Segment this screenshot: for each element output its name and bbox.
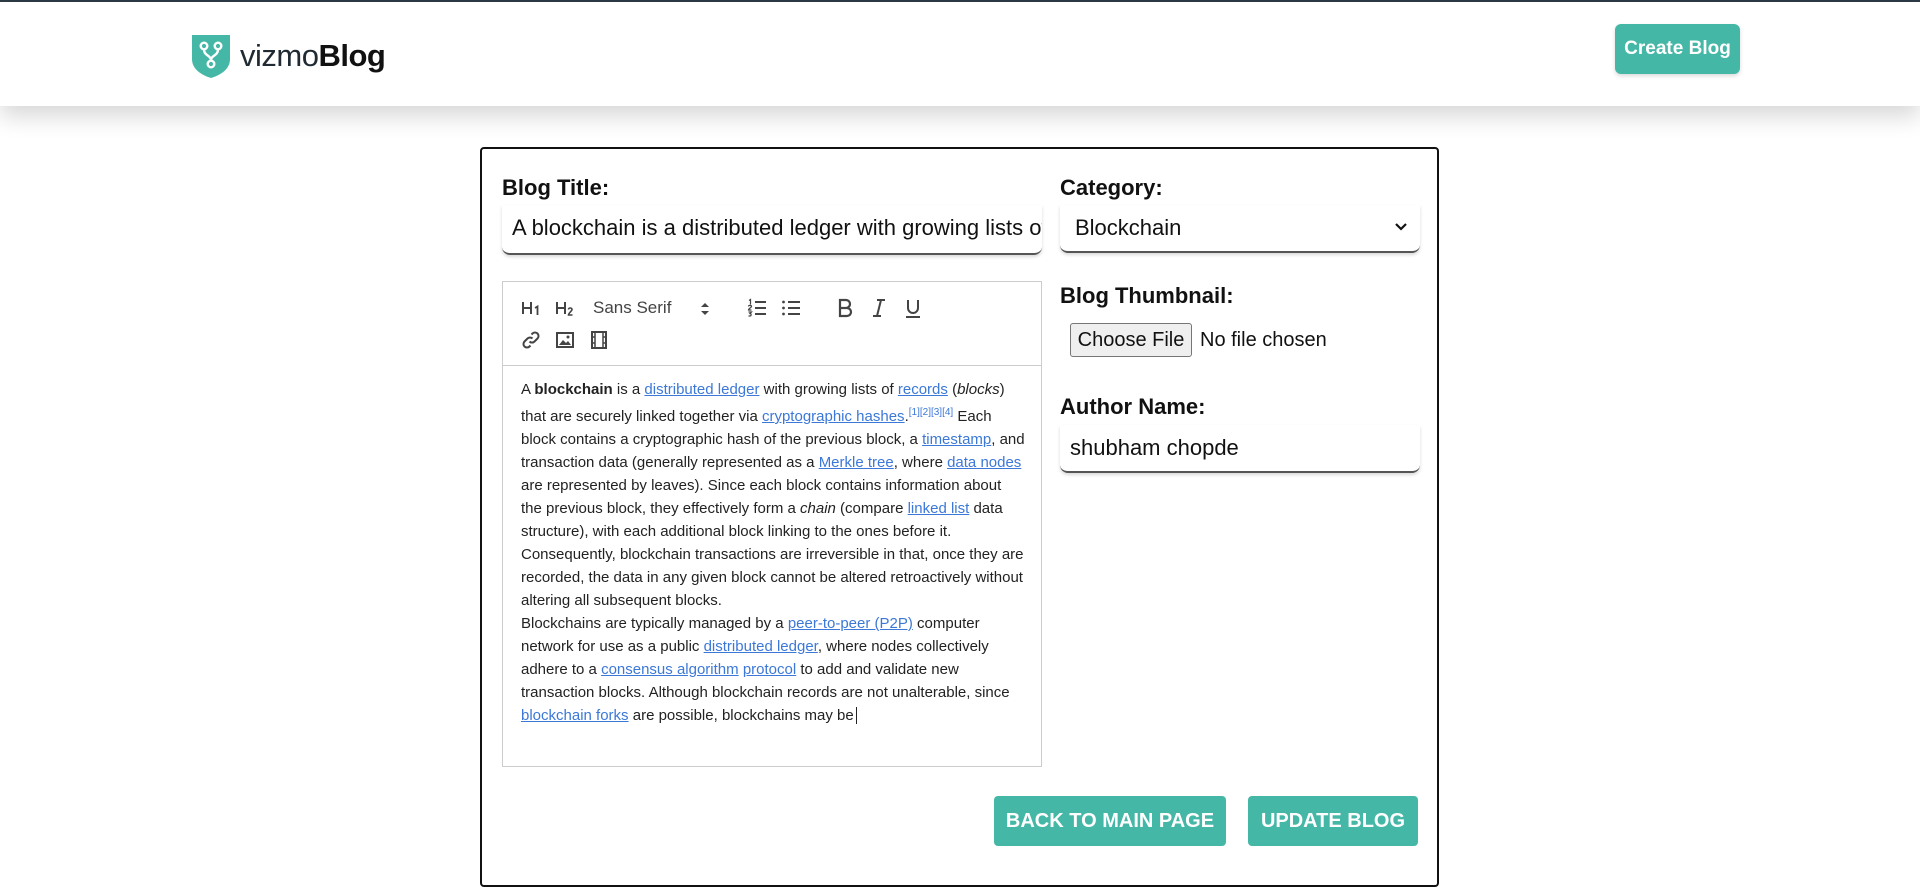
link-distributed-ledger[interactable]: distributed ledger (644, 381, 759, 398)
edit-blog-form: Blog Title: A blockchain is a distribute… (480, 147, 1439, 887)
category-value: Blockchain (1075, 215, 1182, 240)
text-cursor: ​ (855, 707, 857, 724)
author-name-label: Author Name: (1060, 394, 1206, 419)
link-timestamp[interactable]: timestamp (922, 431, 991, 448)
brand-name: vizmoBlog (240, 33, 386, 79)
brand-name-part2: Blog (318, 38, 386, 73)
editor-toolbar: Sans Serif (503, 282, 1041, 366)
link-consensus-algorithm[interactable]: consensus algorithm (601, 661, 739, 678)
category-label: Category: (1060, 175, 1163, 200)
text-segment: ( (947, 381, 958, 398)
link-data-nodes[interactable]: data nodes (947, 454, 1021, 471)
link-peer-to-peer[interactable]: peer-to-peer (P2P) (788, 615, 913, 632)
editor-paragraph-1: A blockchain is a distributed ledger wit… (521, 378, 1026, 612)
image-icon[interactable] (551, 326, 579, 354)
brand-logo[interactable]: vizmoBlog (190, 33, 386, 79)
link-linked-list[interactable]: linked list (908, 500, 970, 517)
citation-superscript[interactable]: [1][2][3][4] (909, 407, 953, 418)
heading-1-icon[interactable] (517, 294, 545, 322)
text-segment: is a (612, 381, 645, 398)
text-segment: Blockchains are typically managed by a (521, 615, 788, 632)
link-cryptographic-hashes[interactable]: cryptographic hashes (762, 408, 905, 425)
bold-text: blockchain (534, 381, 613, 398)
author-name-value: shubham chopde (1070, 435, 1239, 460)
video-icon[interactable] (585, 326, 613, 354)
link-icon[interactable] (517, 326, 545, 354)
italic-icon[interactable] (865, 294, 893, 322)
heading-2-icon[interactable] (551, 294, 579, 322)
navbar: vizmoBlog Create Blog (0, 2, 1920, 106)
logo-shield-icon (192, 35, 230, 78)
create-blog-button[interactable]: Create Blog (1615, 24, 1740, 74)
category-select[interactable]: Blockchain (1060, 205, 1420, 253)
editor-content-area[interactable]: A blockchain is a distributed ledger wit… (521, 378, 1026, 758)
bullet-list-icon[interactable] (777, 294, 805, 322)
font-family-select[interactable]: Sans Serif (593, 294, 718, 322)
link-blockchain-forks[interactable]: blockchain forks (521, 707, 629, 724)
blog-title-input[interactable]: A blockchain is a distributed ledger wit… (502, 205, 1042, 255)
ordered-list-icon[interactable] (743, 294, 771, 322)
text-segment: A (521, 381, 535, 398)
italic-text: chain (800, 500, 836, 517)
link-protocol[interactable]: protocol (743, 661, 796, 678)
update-blog-button[interactable]: UPDATE BLOG (1248, 796, 1418, 846)
chevron-down-icon (1395, 223, 1407, 231)
bold-icon[interactable] (831, 294, 859, 322)
blog-title-value: A blockchain is a distributed ledger wit… (512, 215, 1042, 240)
editor-paragraph-2: Blockchains are typically managed by a p… (521, 612, 1026, 727)
select-arrows-icon (701, 303, 709, 315)
text-segment: , where (893, 454, 948, 471)
text-segment: with growing lists of (759, 381, 898, 398)
rich-text-editor: Sans Serif A blockchain is a distributed… (502, 281, 1042, 767)
link-records[interactable]: records (898, 381, 948, 398)
brand-name-part1: vizmo (240, 38, 319, 73)
back-to-main-button[interactable]: BACK TO MAIN PAGE (994, 796, 1226, 846)
text-segment: (compare (835, 500, 908, 517)
text-segment: are possible, blockchains may be (628, 707, 854, 724)
author-name-input[interactable]: shubham chopde (1060, 425, 1420, 473)
thumbnail-label: Blog Thumbnail: (1060, 283, 1234, 308)
link-merkle-tree[interactable]: Merkle tree (819, 454, 894, 471)
underline-icon[interactable] (899, 294, 927, 322)
choose-file-button[interactable]: Choose File (1070, 323, 1192, 357)
font-family-value: Sans Serif (593, 298, 672, 317)
blog-title-label: Blog Title: (502, 175, 610, 200)
italic-text: blocks (957, 381, 1000, 398)
link-distributed-ledger-2[interactable]: distributed ledger (704, 638, 818, 655)
file-status-text: No file chosen (1200, 329, 1327, 351)
